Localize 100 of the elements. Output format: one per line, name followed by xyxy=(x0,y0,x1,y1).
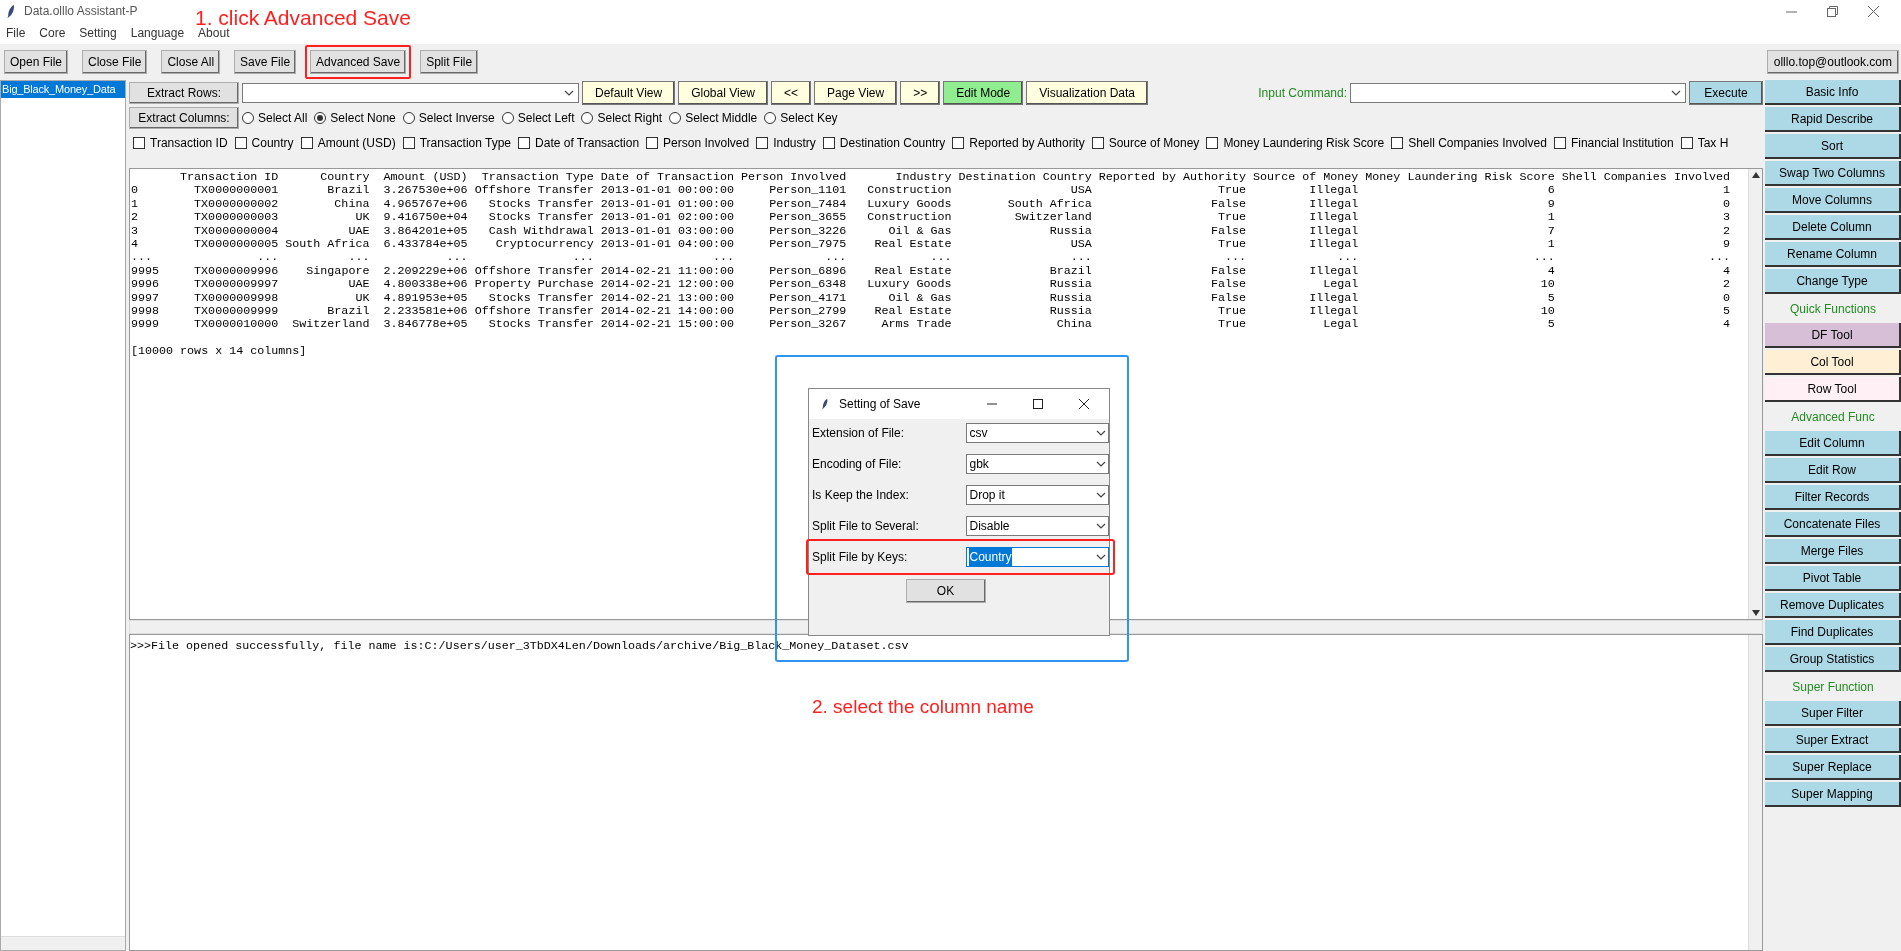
sidebar-button[interactable]: Change Type xyxy=(1765,269,1901,294)
sidebar-button[interactable]: Move Columns xyxy=(1765,188,1901,213)
toolbar-button[interactable]: Close All xyxy=(161,50,221,74)
radio-icon[interactable] xyxy=(669,111,682,124)
view-button[interactable]: << xyxy=(771,80,811,105)
restore-icon[interactable] xyxy=(1827,5,1838,17)
dropdown-field[interactable]: csv xyxy=(966,423,1109,443)
radio-option[interactable]: Select None xyxy=(314,108,396,127)
radio-icon[interactable] xyxy=(764,111,777,124)
sidebar-button[interactable]: Group Statistics xyxy=(1765,647,1901,672)
radio-option[interactable]: Select Key xyxy=(764,108,838,127)
sidebar-button[interactable]: Super Extract xyxy=(1765,728,1901,753)
column-checkbox[interactable]: Money Laundering Risk Score xyxy=(1206,134,1385,152)
dropdown-field[interactable]: Country xyxy=(966,547,1109,567)
sidebar-button[interactable]: Swap Two Columns xyxy=(1765,161,1901,186)
checkbox-icon[interactable] xyxy=(1206,137,1219,149)
column-checkbox[interactable]: Transaction Type xyxy=(402,134,512,152)
radio-option[interactable]: Select Middle xyxy=(669,108,758,127)
sidebar-button[interactable]: Sort xyxy=(1765,134,1901,159)
file-list-item[interactable]: Big_Black_Money_Data xyxy=(1,81,125,98)
sidebar-button[interactable]: Concatenate Files xyxy=(1765,512,1901,537)
sidebar-button[interactable]: Edit Column xyxy=(1765,431,1901,456)
checkbox-icon[interactable] xyxy=(822,137,835,149)
column-checkbox[interactable]: Date of Transaction xyxy=(518,134,640,152)
checkbox-icon[interactable] xyxy=(234,137,247,149)
checkbox-icon[interactable] xyxy=(1091,137,1104,149)
radio-icon[interactable] xyxy=(242,111,254,124)
account-button[interactable]: olllo.top@outlook.com xyxy=(1766,50,1899,74)
sidebar-button[interactable]: Super Replace xyxy=(1765,755,1901,780)
sidebar-button[interactable]: Basic Info xyxy=(1765,80,1901,105)
radio-option[interactable]: Select Left xyxy=(501,108,575,127)
sidebar-button[interactable]: Row Tool xyxy=(1765,377,1901,402)
checkbox-icon[interactable] xyxy=(756,137,769,149)
menu-item[interactable]: Language xyxy=(130,24,185,42)
checkbox-icon[interactable] xyxy=(518,137,531,149)
scroll-up-icon[interactable] xyxy=(1751,172,1760,178)
dropdown-field[interactable]: gbk xyxy=(966,454,1109,474)
column-checkbox[interactable]: Destination Country xyxy=(822,134,946,152)
sidebar-button[interactable]: DF Tool xyxy=(1765,323,1901,348)
checkbox-icon[interactable] xyxy=(1553,137,1566,149)
sidebar-button[interactable]: Super Filter xyxy=(1765,701,1901,726)
sidebar-button[interactable]: Super Mapping xyxy=(1765,782,1901,807)
checkbox-icon[interactable] xyxy=(1391,137,1404,149)
sidebar-button[interactable]: Delete Column xyxy=(1765,215,1901,240)
radio-option[interactable]: Select Right xyxy=(581,108,663,127)
vertical-scrollbar[interactable] xyxy=(1748,635,1762,950)
checkbox-icon[interactable] xyxy=(133,137,145,149)
column-checkbox[interactable]: Industry xyxy=(756,134,816,152)
command-combobox[interactable] xyxy=(1350,82,1686,103)
sidebar-button[interactable]: Find Duplicates xyxy=(1765,620,1901,645)
sidebar-button[interactable]: Merge Files xyxy=(1765,539,1901,564)
column-checkbox[interactable]: Transaction ID xyxy=(133,134,228,152)
column-checkbox[interactable]: Country xyxy=(234,134,294,152)
view-button[interactable]: Default View xyxy=(582,80,676,105)
toolbar-button[interactable]: Close File xyxy=(82,50,148,74)
radio-option[interactable]: Select Inverse xyxy=(402,108,495,127)
menu-item[interactable]: File xyxy=(6,24,26,42)
toolbar-button[interactable]: Save File xyxy=(234,50,297,74)
radio-option[interactable]: Select All xyxy=(242,108,308,127)
extract-rows-button[interactable]: Extract Rows: xyxy=(129,81,239,104)
checkbox-icon[interactable] xyxy=(646,137,659,149)
close-icon[interactable] xyxy=(1079,399,1089,409)
radio-icon[interactable] xyxy=(314,111,327,124)
sidebar-button[interactable]: Remove Duplicates xyxy=(1765,593,1901,618)
row-filter-combobox[interactable] xyxy=(242,82,579,103)
view-button[interactable]: Page View xyxy=(814,80,898,105)
toolbar-button[interactable]: Advanced Save xyxy=(310,50,407,74)
column-checkbox[interactable]: Person Involved xyxy=(646,134,750,152)
execute-button[interactable]: Execute xyxy=(1689,80,1763,105)
dropdown-field[interactable]: Disable xyxy=(966,516,1109,536)
column-checkbox[interactable]: Tax H xyxy=(1680,134,1729,152)
sidebar-button[interactable]: Pivot Table xyxy=(1765,566,1901,591)
view-button[interactable]: >> xyxy=(900,80,941,105)
checkbox-icon[interactable] xyxy=(300,137,313,149)
horizontal-scrollbar[interactable] xyxy=(1,936,125,950)
column-checkbox[interactable]: Financial Institution xyxy=(1553,134,1674,152)
column-checkbox[interactable]: Shell Companies Involved xyxy=(1391,134,1547,152)
checkbox-icon[interactable] xyxy=(402,137,415,149)
dropdown-field[interactable]: Drop it xyxy=(966,485,1109,505)
scroll-down-icon[interactable] xyxy=(1751,610,1760,616)
checkbox-icon[interactable] xyxy=(1680,137,1693,149)
sidebar-button[interactable]: Rapid Describe xyxy=(1765,107,1901,132)
toolbar-button[interactable]: Split File xyxy=(420,50,479,74)
column-checkbox[interactable]: Source of Money xyxy=(1091,134,1200,152)
view-button[interactable]: Global View xyxy=(678,80,768,105)
radio-icon[interactable] xyxy=(402,111,415,124)
vertical-scrollbar[interactable] xyxy=(1748,169,1762,619)
menu-item[interactable]: Setting xyxy=(79,24,117,42)
column-checkbox[interactable]: Reported by Authority xyxy=(952,134,1085,152)
ok-button[interactable]: OK xyxy=(905,579,986,603)
toolbar-button[interactable]: Open File xyxy=(4,50,69,74)
column-checkbox[interactable]: Amount (USD) xyxy=(300,134,396,152)
sidebar-button[interactable]: Edit Row xyxy=(1765,458,1901,483)
radio-icon[interactable] xyxy=(501,111,514,124)
menu-item[interactable]: Core xyxy=(39,24,66,42)
extract-columns-button[interactable]: Extract Columns: xyxy=(129,106,239,129)
sidebar-button[interactable]: Filter Records xyxy=(1765,485,1901,510)
view-button[interactable]: Visualization Data xyxy=(1026,80,1149,105)
radio-icon[interactable] xyxy=(581,111,594,124)
maximize-icon[interactable] xyxy=(1033,399,1043,409)
